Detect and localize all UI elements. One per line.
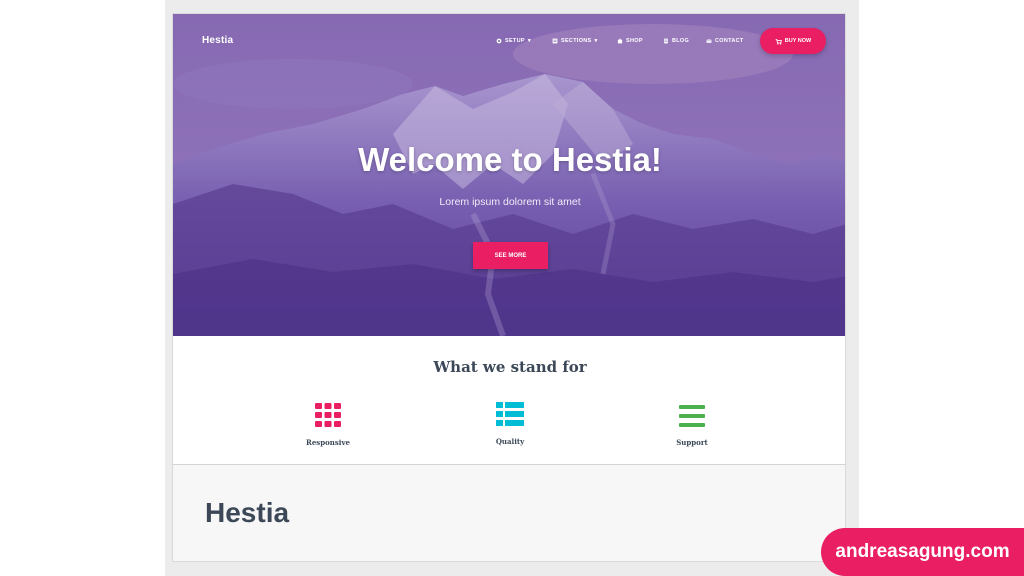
website-preview: Hestia SETUP ▾ SECTIONS ▾ SHOP BLOG CONT… bbox=[172, 13, 846, 562]
buy-now-label: BUY NOW bbox=[784, 38, 812, 44]
nav-label-sections: SECTIONS bbox=[561, 38, 592, 44]
chevron-down-icon: ▾ bbox=[527, 38, 531, 44]
blog-icon bbox=[664, 38, 668, 44]
list-icon bbox=[496, 402, 524, 426]
hero-section: Hestia SETUP ▾ SECTIONS ▾ SHOP BLOG CONT… bbox=[173, 14, 845, 336]
gear-icon bbox=[496, 38, 502, 44]
hero-title: Welcome to Hestia! bbox=[358, 141, 662, 178]
sections-icon bbox=[552, 38, 558, 44]
mail-icon bbox=[706, 39, 712, 43]
hero-subtitle: Lorem ipsum dolorem sit amet bbox=[439, 196, 581, 208]
nav-item-setup[interactable]: SETUP ▾ bbox=[496, 38, 531, 44]
feature-quality: Quality bbox=[450, 401, 570, 446]
watermark-badge: andreasagung.com bbox=[821, 528, 1024, 576]
bottom-title: Hestia bbox=[205, 497, 290, 528]
buy-now-button[interactable]: BUY NOW bbox=[760, 28, 826, 54]
nav-label-contact: CONTACT bbox=[715, 38, 744, 44]
nav-label-shop: SHOP bbox=[626, 38, 643, 44]
feature-label-quality: Quality bbox=[495, 437, 525, 446]
cart-icon bbox=[775, 38, 782, 45]
feature-support: Support bbox=[632, 404, 752, 447]
menu-icon bbox=[679, 405, 705, 427]
feature-label-support: Support bbox=[676, 438, 708, 447]
nav-item-blog[interactable]: BLOG bbox=[663, 38, 689, 44]
feature-responsive: Responsive bbox=[268, 402, 388, 447]
grid-icon bbox=[315, 403, 341, 427]
see-more-button[interactable]: SEE MORE bbox=[473, 242, 548, 269]
chevron-down-icon: ▾ bbox=[594, 38, 598, 44]
feature-label-responsive: Responsive bbox=[306, 438, 350, 447]
features-section: What we stand for Responsive Quality Sup… bbox=[173, 336, 845, 464]
nav-label-setup: SETUP bbox=[505, 38, 525, 44]
nav-item-sections[interactable]: SECTIONS ▾ bbox=[552, 38, 598, 44]
nav-label-blog: BLOG bbox=[672, 38, 690, 44]
features-title: What we stand for bbox=[433, 358, 587, 376]
shop-icon bbox=[617, 38, 623, 44]
bottom-section: Hestia bbox=[173, 464, 845, 561]
site-brand[interactable]: Hestia bbox=[202, 35, 233, 46]
nav-item-contact[interactable]: CONTACT bbox=[706, 38, 744, 44]
nav-item-shop[interactable]: SHOP bbox=[617, 38, 643, 44]
